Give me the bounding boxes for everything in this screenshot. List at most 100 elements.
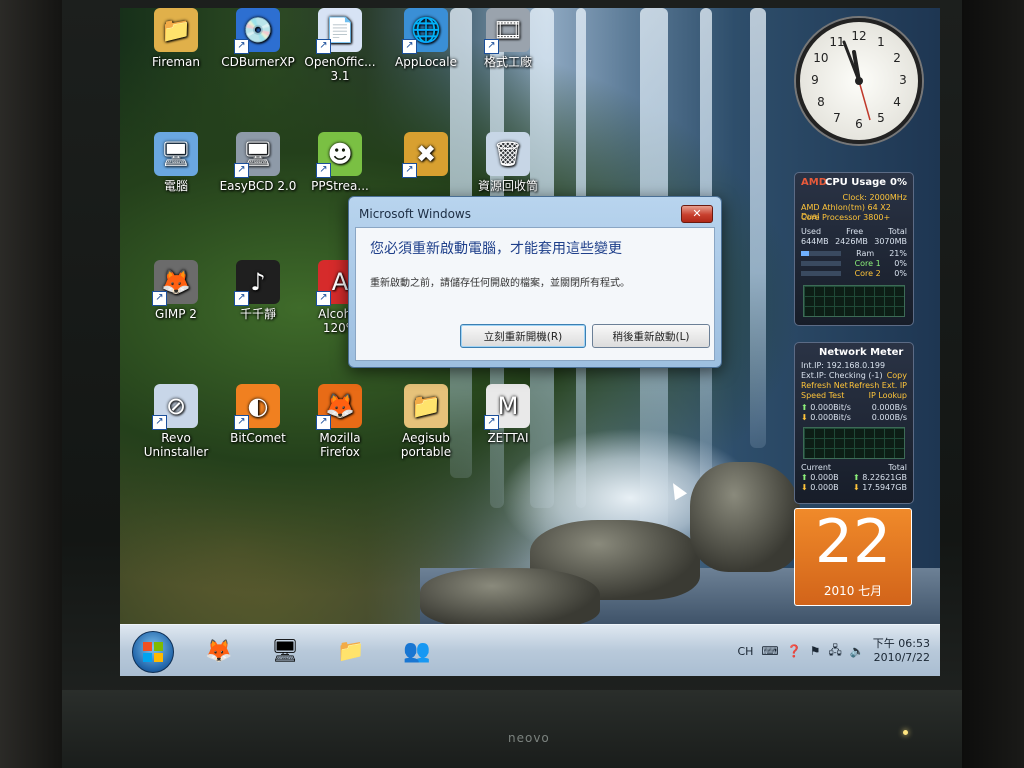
cpu-brand: AMD xyxy=(801,177,827,188)
desktop-icon-revo-uninstaller[interactable]: ⊘ ↗ Revo Uninstaller xyxy=(134,384,218,459)
flag-icon[interactable]: ⚑ xyxy=(810,644,821,658)
dialog-message: 您必須重新啟動電腦，才能套用這些變更 xyxy=(370,241,622,257)
desktop-icon-ppstrea[interactable]: ☻ ↗ PPStrea... xyxy=(298,132,382,193)
dialog-detail: 重新啟動之前，請儲存任何開啟的檔案，並關閉所有程式。 xyxy=(370,278,630,289)
cpu-clock: Clock: 2000MHz xyxy=(842,193,907,202)
network-meter-gadget[interactable]: Network Meter Int.IP: 192.168.0.199 Ext.… xyxy=(794,342,914,504)
desktop-icon-label: Revo Uninstaller xyxy=(143,431,209,459)
clock-gadget[interactable]: 12 1 2 3 4 5 6 7 8 9 10 11 xyxy=(796,18,922,144)
desktop-icon-cdburnerxp[interactable]: 💿 ↗ CDBurnerXP xyxy=(216,8,300,69)
ip-lookup-link[interactable]: IP Lookup xyxy=(869,391,907,400)
power-led xyxy=(903,730,908,735)
counter-headers: Current Total xyxy=(801,463,907,472)
app-icon: 💿 ↗ xyxy=(234,8,280,54)
cpu-gadget-title: CPU Usage xyxy=(825,177,887,188)
shortcut-arrow-icon: ↗ xyxy=(152,291,167,306)
desktop-icon-電腦[interactable]: 🖥 電腦 xyxy=(134,132,218,193)
tray-time: 下午 06:53 xyxy=(872,637,930,650)
app-icon: 🖥 ↗ xyxy=(234,132,280,178)
desktop-icon-aegisub-portable[interactable]: 📁 Aegisub portable xyxy=(384,384,468,459)
ime-indicator[interactable]: CH xyxy=(737,645,753,658)
restart-dialog: Microsoft Windows ✕ 您必須重新啟動電腦，才能套用這些變更 重… xyxy=(348,196,722,368)
shortcut-arrow-icon: ↗ xyxy=(234,163,249,178)
windows-logo-icon xyxy=(143,642,163,662)
desktop-icon-gimp-2[interactable]: 🦊 ↗ GIMP 2 xyxy=(134,260,218,321)
refresh-row: Refresh Net Refresh Ext. IP xyxy=(801,381,907,390)
app-icon: 📁 xyxy=(404,384,448,428)
network-icon[interactable]: 🖧 xyxy=(828,641,841,662)
ram-percent: 21% xyxy=(889,249,907,258)
system-tray: CH ⌨ ❓ ⚑ 🖧 🔈 下午 06:53 2010/7/22 xyxy=(737,633,930,669)
total-download: 17.5947GB xyxy=(862,483,907,492)
app-icon: ✖ ↗ xyxy=(402,132,448,178)
restart-later-button[interactable]: 稍後重新啟動(L) xyxy=(592,324,710,348)
cpu-percent: 0% xyxy=(890,177,907,188)
desktop-icon-openoffic-3-1[interactable]: 📄 ↗ OpenOffic... 3.1 xyxy=(298,8,382,83)
start-button[interactable] xyxy=(132,631,174,673)
cpu-usage-gadget[interactable]: AMD CPU Usage 0% Clock: 2000MHz AMD Athl… xyxy=(794,172,914,326)
memory-values: 644MB 2426MB 3070MB xyxy=(801,237,907,246)
core1-label: Core 1 xyxy=(854,259,881,268)
app-icon: 🎞 ↗ xyxy=(484,8,530,54)
desktop-icon-千千靜[interactable]: ♪ ↗ 千千靜 xyxy=(216,260,300,321)
refresh-net-link[interactable]: Refresh Net xyxy=(801,381,848,390)
desktop-icon-label: CDBurnerXP xyxy=(221,55,295,69)
download-rate-row: ⬇ 0.000Bit/s 0.000B/s xyxy=(801,413,907,422)
desktop-icon-label: 電腦 xyxy=(163,179,188,193)
cpu-graph xyxy=(803,285,905,317)
desktop-icon-easybcd-2-0[interactable]: 🖥 ↗ EasyBCD 2.0 xyxy=(216,132,300,193)
background-right xyxy=(962,0,1024,768)
taskbar-firefox-icon[interactable]: 🦊 xyxy=(200,633,238,669)
refresh-ext-ip-link[interactable]: Refresh Ext. IP xyxy=(849,381,907,390)
desktop-icon-zettai[interactable]: M ↗ ZETTAI xyxy=(466,384,550,445)
desktop-icon-bitcomet[interactable]: ◐ ↗ BitComet xyxy=(216,384,300,445)
tray-date: 2010/7/22 xyxy=(873,651,930,664)
desktop-icon-fireman[interactable]: 📁 Fireman xyxy=(134,8,218,69)
app-icon: 🖥 xyxy=(154,132,198,176)
desktop-icon-mozilla-firefox[interactable]: 🦊 ↗ Mozilla Firefox xyxy=(298,384,382,459)
clock-hands xyxy=(842,40,871,121)
dialog-close-button[interactable]: ✕ xyxy=(681,205,713,223)
core2-value: 0% xyxy=(894,269,907,278)
taskbar-monitor-icon[interactable]: 🖥 xyxy=(266,633,304,669)
desktop-icon-applocale[interactable]: 🌐 ↗ AppLocale xyxy=(384,8,468,69)
desktop-icon-資源回收筒[interactable]: 🗑 資源回收筒 xyxy=(466,132,550,193)
app-icon: ♪ ↗ xyxy=(234,260,280,306)
desktop-icon-label: GIMP 2 xyxy=(155,307,197,321)
taskbar-explorer-icon[interactable]: 📁 xyxy=(332,633,370,669)
download-rate-bits: 0.000Bit/s xyxy=(810,413,851,422)
core2-label: Core 2 xyxy=(854,269,881,278)
shortcut-arrow-icon: ↗ xyxy=(484,415,499,430)
upload-rate-bytes: 0.000B/s xyxy=(871,403,907,412)
help-icon[interactable]: ❓ xyxy=(787,644,802,658)
shortcut-arrow-icon: ↗ xyxy=(316,163,331,178)
restart-now-button[interactable]: 立刻重新開機(R) xyxy=(460,324,586,348)
total-label: Total xyxy=(888,463,907,472)
network-graph xyxy=(803,427,905,459)
desktop-icon-label: 格式工廠 xyxy=(483,55,532,69)
desktop-icon-blank[interactable]: ✖ ↗ xyxy=(384,132,468,179)
desktop-icon-label: AppLocale xyxy=(395,55,457,69)
core1-row: Core 1 0% xyxy=(801,259,907,268)
app-icon: M ↗ xyxy=(484,384,530,430)
taskbar-messenger-icon[interactable]: 👥 xyxy=(398,633,436,669)
core1-value: 0% xyxy=(894,259,907,268)
tray-clock[interactable]: 下午 06:53 2010/7/22 xyxy=(873,637,930,665)
desktop-icon-label: EasyBCD 2.0 xyxy=(219,179,297,193)
shortcut-arrow-icon: ↗ xyxy=(402,39,417,54)
core2-row: Core 2 0% xyxy=(801,269,907,278)
app-icon: 🦊 ↗ xyxy=(316,384,362,430)
desktop-icon-格式工廠[interactable]: 🎞 ↗ 格式工廠 xyxy=(466,8,550,69)
copy-ip-link[interactable]: Copy xyxy=(887,371,907,380)
calendar-gadget[interactable]: 22 2010 七月 xyxy=(794,508,912,606)
external-ip-row: Ext.IP: Checking (-1) Copy xyxy=(801,371,907,380)
network-gadget-title: Network Meter xyxy=(819,347,904,358)
wallpaper-rock xyxy=(690,462,800,572)
keyboard-icon[interactable]: ⌨ xyxy=(761,644,778,658)
speed-test-link[interactable]: Speed Test xyxy=(801,391,844,400)
volume-icon[interactable]: 🔈 xyxy=(850,644,865,658)
total-upload: 8.22621GB xyxy=(862,473,907,482)
memory-headers: Used Free Total xyxy=(801,227,907,236)
upload-rate-row: ⬆ 0.000Bit/s 0.000B/s xyxy=(801,403,907,412)
shortcut-arrow-icon: ↗ xyxy=(316,291,331,306)
